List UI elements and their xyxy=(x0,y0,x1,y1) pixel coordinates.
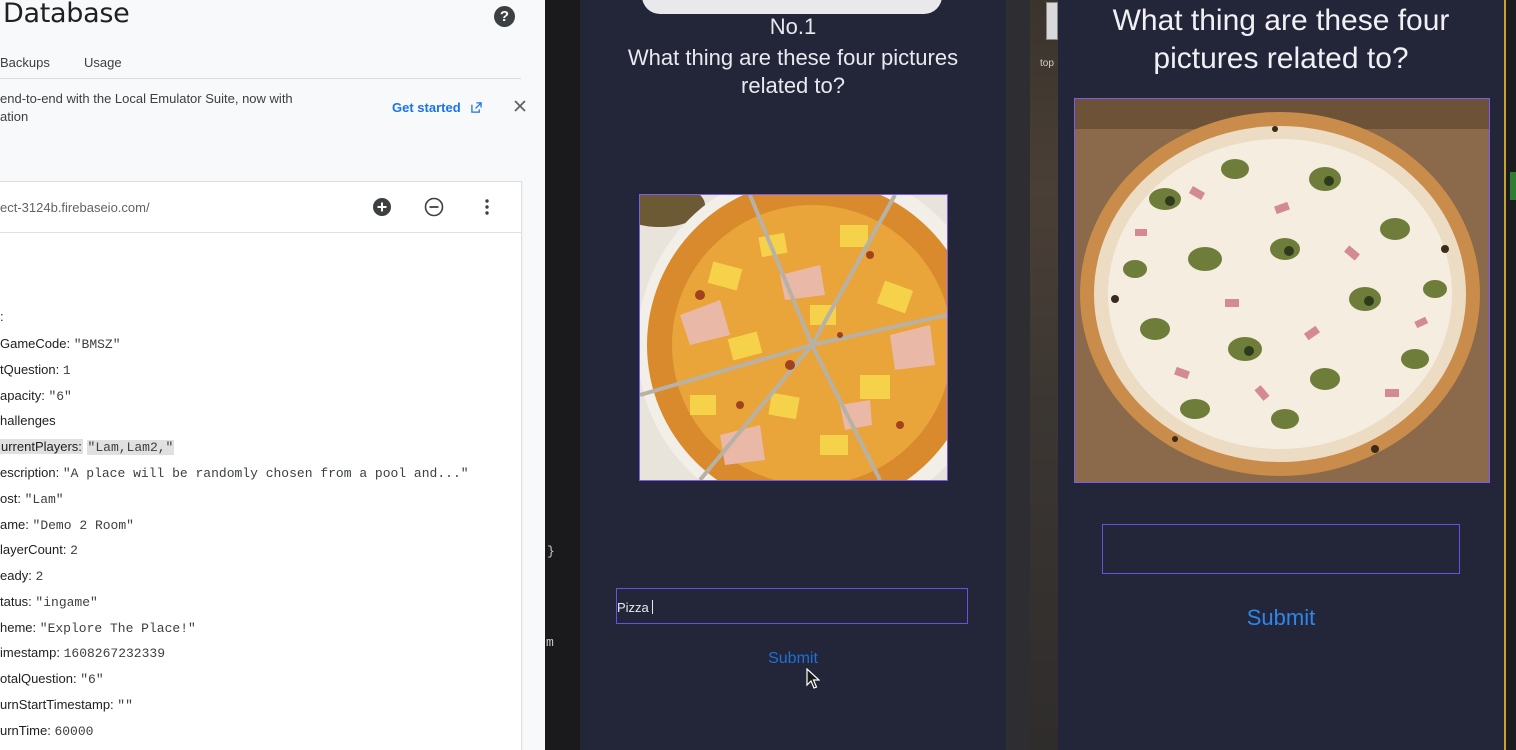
answer-input[interactable] xyxy=(616,588,968,624)
submit-button[interactable]: Submit xyxy=(1058,605,1504,631)
answer-input-value: Pizza xyxy=(617,600,649,615)
tree-row[interactable]: tQuestion: 1 xyxy=(0,360,71,380)
editor-strip: } m xyxy=(545,0,580,750)
mouse-cursor-icon xyxy=(806,668,820,689)
database-header: ect-3124b.firebaseio.com/ xyxy=(0,182,521,233)
background-window-accent xyxy=(1510,172,1516,200)
tree-row[interactable]: apacity: "6" xyxy=(0,386,72,406)
more-vert-icon[interactable] xyxy=(477,197,497,217)
open-external-icon[interactable] xyxy=(471,102,482,113)
add-circle-icon[interactable] xyxy=(372,197,392,217)
question-number: No.1 xyxy=(769,14,817,39)
editor-brace: } xyxy=(547,544,555,559)
tree-row[interactable]: urnTime: 60000 xyxy=(0,721,93,741)
tree-row[interactable]: eady: 2 xyxy=(0,566,43,586)
banner-text: end-to-end with the Local Emulator Suite… xyxy=(0,91,293,124)
firebase-console-panel: Database ? Backups Usage end-to-end with… xyxy=(0,0,545,750)
question-text: What thing are these four pictures relat… xyxy=(1112,4,1450,75)
tab-usage[interactable]: Usage xyxy=(84,55,122,70)
pizza-image xyxy=(1074,98,1490,483)
phone-screen-2: What thing are these four pictures relat… xyxy=(1058,0,1504,750)
tree-row[interactable]: escription: "A place will be randomly ch… xyxy=(0,463,469,483)
emulator-banner: end-to-end with the Local Emulator Suite… xyxy=(0,79,545,149)
pizza-image xyxy=(639,194,948,481)
tree-row[interactable]: layerCount: 2 xyxy=(0,540,78,560)
text-caret xyxy=(652,600,653,614)
remove-circle-icon[interactable] xyxy=(424,197,444,217)
tree-row[interactable]: ost: "Lam" xyxy=(0,489,64,509)
tree-row[interactable]: otalQuestion: "6" xyxy=(0,669,104,689)
tab-backups[interactable]: Backups xyxy=(0,55,50,70)
pineapple-pizza-picture xyxy=(640,195,947,480)
page-title: Database xyxy=(3,0,130,29)
tree-row[interactable]: urnStartTimestamp: "" xyxy=(0,695,133,715)
background-window-edge xyxy=(1046,2,1058,40)
help-icon[interactable]: ? xyxy=(494,6,515,27)
editor-char: m xyxy=(546,635,554,650)
tree-row[interactable]: imestamp: 1608267232339 xyxy=(0,643,165,663)
tree-row[interactable]: : xyxy=(0,307,4,327)
get-started-link[interactable]: Get started xyxy=(392,100,461,115)
tree-row[interactable]: tatus: "ingame" xyxy=(0,592,98,612)
tree-row[interactable]: hallenges xyxy=(0,411,56,431)
tree-row-highlighted[interactable]: urrentPlayers: "Lam,Lam2," xyxy=(0,437,175,457)
question-text: What thing are these four pictures relat… xyxy=(627,45,959,98)
submit-button[interactable]: Submit xyxy=(580,650,1006,668)
tree-row[interactable]: GameCode: "BMSZ" xyxy=(0,334,121,354)
database-url[interactable]: ect-3124b.firebaseio.com/ xyxy=(0,200,150,215)
background-text: top xyxy=(1040,58,1054,69)
answer-input[interactable] xyxy=(1102,524,1460,574)
background-photo-strip xyxy=(1030,0,1058,750)
tree-row[interactable]: ame: "Demo 2 Room" xyxy=(0,515,134,535)
background-window-edge-right xyxy=(1504,0,1516,750)
phone-screen-1: No.1 What thing are these four pictures … xyxy=(580,0,1006,750)
database-card: ect-3124b.firebaseio.com/ : GameCode: "B… xyxy=(0,181,522,750)
tree-row[interactable]: heme: "Explore The Place!" xyxy=(0,618,196,638)
brussels-pizza-picture xyxy=(1075,99,1489,482)
close-icon[interactable] xyxy=(512,98,528,114)
notification-toast xyxy=(642,0,942,14)
